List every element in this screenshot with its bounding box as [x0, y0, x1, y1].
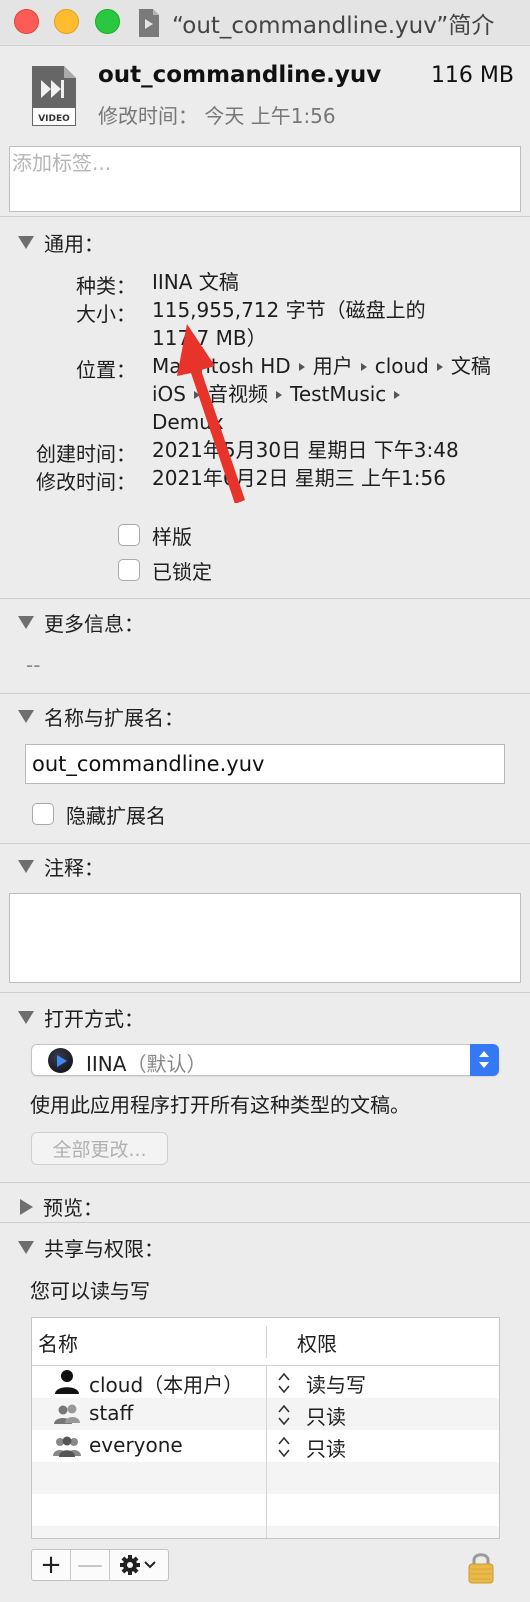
permissions-table: 名称 权限 cloud（本用户） 读与写 staff 只读 everyone 只… — [31, 1317, 500, 1539]
privilege-value[interactable]: 读与写 — [306, 1369, 366, 1398]
where-label: 位置： — [76, 358, 136, 382]
name-field-container — [25, 744, 505, 784]
sharing-heading: 共享与权限： — [44, 1237, 164, 1261]
divider — [0, 598, 530, 599]
tags-input[interactable] — [10, 147, 520, 179]
table-header: 名称 权限 — [32, 1318, 499, 1366]
column-header-name[interactable]: 名称 — [38, 1328, 78, 1357]
user-name: cloud（本用户） — [89, 1373, 244, 1397]
default-suffix: （默认） — [126, 1052, 207, 1076]
popup-stepper-icon[interactable] — [470, 1044, 499, 1076]
open-with-section-header[interactable]: 打开方式： — [18, 1003, 144, 1032]
remove-user-button[interactable]: — — [71, 1550, 110, 1580]
path-separator-icon — [436, 362, 443, 371]
everyone-icon — [53, 1436, 81, 1457]
close-button[interactable] — [14, 9, 39, 34]
disclosure-open-icon[interactable] — [18, 236, 34, 249]
app-name: IINA — [86, 1052, 127, 1076]
divider — [0, 1222, 530, 1223]
privilege-value[interactable]: 只读 — [306, 1401, 346, 1430]
divider — [0, 1182, 530, 1183]
lock-icon[interactable] — [466, 1550, 496, 1584]
divider — [0, 992, 530, 993]
modified-label: 修改时间： — [36, 470, 136, 494]
privilege-stepper-icon[interactable] — [278, 1436, 290, 1458]
add-user-button[interactable]: + — [32, 1550, 71, 1580]
action-menu-button[interactable] — [110, 1550, 168, 1580]
hide-extension-checkbox[interactable] — [32, 803, 54, 825]
change-all-button[interactable]: 全部更改... — [31, 1132, 168, 1165]
file-name: out_commandline.yuv — [98, 62, 382, 88]
window-title: “out_commandline.yuv”简介 — [172, 13, 495, 39]
name-extension-heading: 名称与扩展名： — [44, 706, 184, 730]
path-item: TestMusic — [290, 382, 387, 406]
divider — [0, 216, 530, 217]
size-label: 大小： — [76, 302, 136, 326]
title-bar: “out_commandline.yuv”简介 — [0, 0, 530, 46]
document-icon[interactable] — [137, 8, 161, 38]
iina-app-icon — [48, 1048, 73, 1073]
disclosure-open-icon[interactable] — [18, 710, 34, 723]
kind-label: 种类： — [76, 274, 136, 298]
name-extension-section-header[interactable]: 名称与扩展名： — [18, 702, 184, 731]
path-separator-icon — [276, 390, 282, 399]
path-separator-icon — [360, 362, 367, 371]
everyone-name: everyone — [89, 1433, 183, 1457]
comments-textarea[interactable] — [9, 893, 521, 983]
path-separator-icon — [298, 362, 305, 371]
annotation-arrow-icon — [177, 324, 245, 503]
more-info-heading: 更多信息： — [44, 612, 144, 636]
stationery-checkbox[interactable] — [118, 524, 140, 546]
user-icon — [55, 1370, 79, 1394]
open-with-app-label: IINA（默认） — [86, 1048, 206, 1077]
path-separator-icon — [394, 390, 401, 399]
column-header-privilege[interactable]: 权限 — [297, 1328, 337, 1357]
stationery-label: 样版 — [152, 525, 192, 549]
preview-heading: 预览： — [43, 1196, 103, 1220]
file-size: 116 MB — [430, 63, 514, 88]
more-info-section-header[interactable]: 更多信息： — [18, 608, 144, 637]
general-heading: 通用： — [44, 232, 104, 256]
hide-extension-label: 隐藏扩展名 — [66, 804, 166, 828]
disclosure-open-icon[interactable] — [18, 860, 34, 873]
open-with-description: 使用此应用程序打开所有这种类型的文稿。 — [30, 1093, 410, 1117]
permission-description: 您可以读与写 — [30, 1279, 150, 1303]
path-item: cloud — [374, 354, 429, 378]
comments-heading: 注释： — [44, 856, 104, 880]
disclosure-open-icon[interactable] — [18, 1241, 34, 1254]
locked-checkbox[interactable] — [118, 559, 140, 581]
privilege-value[interactable]: 只读 — [306, 1433, 346, 1462]
minimize-button[interactable] — [54, 9, 79, 34]
open-with-popup[interactable]: IINA（默认） — [31, 1044, 499, 1076]
kind-value: IINA 文稿 — [152, 270, 239, 294]
path-item: 文稿 — [450, 354, 491, 378]
comments-section-header[interactable]: 注释： — [18, 852, 104, 881]
preview-section-header[interactable]: 预览： — [18, 1192, 103, 1221]
group-icon — [54, 1404, 80, 1424]
open-with-heading: 打开方式： — [44, 1007, 144, 1031]
file-name-input[interactable] — [26, 745, 504, 783]
file-modified-summary: 修改时间： 今天 上午1:56 — [98, 104, 336, 128]
more-info-value: -- — [26, 653, 41, 677]
sharing-section-header[interactable]: 共享与权限： — [18, 1233, 164, 1262]
video-label: VIDEO — [38, 114, 70, 124]
path-item: 用户 — [312, 354, 353, 378]
disclosure-closed-icon[interactable] — [20, 1198, 33, 1215]
locked-label: 已锁定 — [152, 560, 212, 584]
group-name: staff — [89, 1401, 134, 1425]
gear-icon — [120, 1555, 156, 1575]
permission-buttons: + — — [31, 1549, 169, 1581]
zoom-button[interactable] — [95, 9, 120, 34]
tags-field-container — [9, 146, 521, 212]
privilege-stepper-icon[interactable] — [278, 1404, 290, 1426]
divider — [0, 843, 530, 844]
video-file-icon: VIDEO — [32, 66, 76, 126]
disclosure-open-icon[interactable] — [18, 616, 34, 629]
general-section-header[interactable]: 通用： — [18, 228, 104, 257]
privilege-stepper-icon[interactable] — [278, 1372, 290, 1394]
divider — [0, 693, 530, 694]
created-label: 创建时间： — [36, 442, 136, 466]
disclosure-open-icon[interactable] — [18, 1011, 34, 1024]
